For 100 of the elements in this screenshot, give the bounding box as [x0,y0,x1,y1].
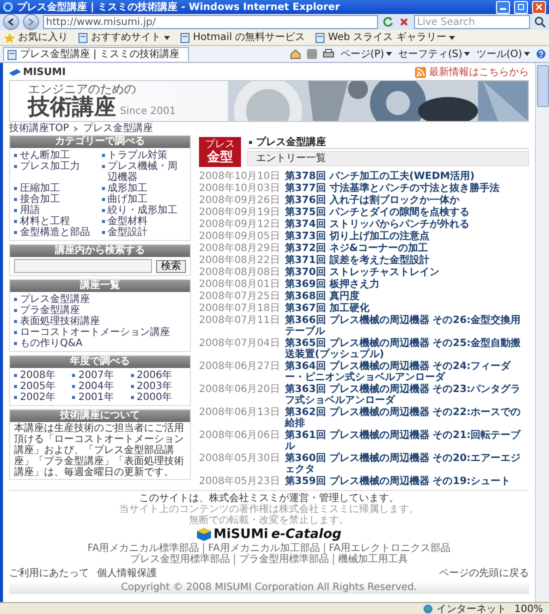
favorites-item[interactable]: Hotmail の無料サービス [180,32,306,43]
minimize-button[interactable] [496,0,510,14]
entry-link[interactable]: 第368回 真円度 [284,291,529,302]
sidebar-link[interactable]: 金型設計 [102,227,186,238]
footer-link[interactable]: 個人情報保護 [97,568,157,579]
entry-date: 2008年08月22日 [199,255,280,266]
sidebar-link[interactable]: 金型材料 [102,216,186,227]
favorites-item[interactable]: お気に入り [4,32,68,43]
sidebar-link[interactable]: 2008年 [14,370,70,381]
sidebar-link[interactable]: 2007年 [72,370,128,381]
sidebar-link[interactable]: 曲げ加工 [102,194,186,205]
rss-icon [415,67,426,78]
rss-link[interactable]: 最新情報はこちらから [415,67,529,78]
entry-link[interactable]: 第364回 プレス機械の周辺機器 その24:フィーダー・ピニオン式ショベルアンローダ [284,361,529,383]
sidebar-link[interactable]: プレス金型講座 [14,294,186,305]
sidebar-link[interactable]: プレス機械・周辺機器 [102,161,186,183]
sidebar-link[interactable]: 2002年 [14,392,70,403]
sidebar-link[interactable]: もの作りQ&A [14,338,186,349]
entry-link[interactable]: 第367回 加工硬化 [284,303,529,314]
maximize-button[interactable] [514,0,528,14]
copyright: Copyright © 2008 MISUMI Corporation All Rights Reserved. [9,581,529,594]
page-icon [315,32,326,42]
entry-link[interactable]: 第365回 プレス機械の周辺機器 その25:金型自動搬送装置(プッシュプル) [284,338,529,360]
sidebar-heading: カテゴリーで調べる [10,136,190,148]
entry-link[interactable]: 第369回 板押さえ力 [284,279,529,290]
entry-link[interactable]: 第376回 入れ子は割ブロックか一体か [284,195,529,206]
entry-link[interactable]: 第361回 プレス機械の周辺機器 その21:回転テーブル [284,430,529,452]
sidebar-link[interactable]: 圧縮加工 [14,183,98,194]
back-button[interactable] [3,14,19,30]
sidebar-link[interactable]: ローコストオートメーション講座 [14,327,186,338]
sidebar-link[interactable]: 材料と工程 [14,216,98,227]
entry-date: 2008年09月19日 [199,207,280,218]
sidebar-link[interactable]: 2000年 [130,392,186,403]
print-icon[interactable] [323,49,334,59]
entry-link[interactable]: 第375回 パンチとダイの隙間を点検する [284,207,529,218]
sidebar-link[interactable]: 2003年 [130,381,186,392]
caret-icon [524,52,530,56]
entry-link[interactable]: 第363回 プレス機械の周辺機器 その23:パンタグラフ式ショベルアンローダ [284,384,529,406]
stop-icon[interactable] [398,16,410,28]
command-menu[interactable]: ページ(P) [340,48,392,60]
zoom-level[interactable]: 100% [514,604,543,614]
sidebar-link[interactable]: 金型構造と部品 [14,227,98,238]
entry-date: 2008年06月20日 [199,384,280,397]
entry-link[interactable]: 第374回 ストリッパからパンチが外れる [284,219,529,230]
entry-link[interactable]: 第370回 ストレッチャストレイン [284,267,529,278]
footer-notice: このサイトは、株式会社ミスミが運営・管理しています。 [139,493,399,504]
favorites-item[interactable]: Web スライス ギャラリー [315,32,456,43]
command-menu[interactable]: セーフティ(S) [398,48,470,60]
sidebar-link[interactable]: 2001年 [72,392,128,403]
refresh-icon[interactable] [382,16,394,28]
entry-link[interactable]: 第366回 プレス機械の周辺機器 その26:金型交換用テーブル [284,315,529,337]
breadcrumb-link[interactable]: 技術講座TOP [9,123,70,134]
catalog-name: e-Catalog [271,529,342,540]
back-to-top-link[interactable]: ページの先頭に戻る [439,568,529,579]
footer-link[interactable]: 機械加工用工具 [333,554,412,565]
sidebar-link[interactable]: 2006年 [130,370,186,381]
entry-link[interactable]: 第360回 プレス機械の周辺機器 その20:エアーエジェクタ [284,453,529,475]
sidebar-link[interactable]: せん断加工 [14,150,98,161]
footer-link[interactable]: ご利用にあたって [9,568,89,579]
sidebar-link[interactable]: 用語 [14,205,98,216]
separator-icon [73,126,80,132]
sidebar-link[interactable]: プレス加工力 [14,161,98,183]
search-icon[interactable] [534,16,546,28]
sidebar-link[interactable]: 絞り・成形加工 [102,205,186,216]
sidebar-link[interactable]: 2004年 [72,381,128,392]
sidebar-heading: 技術講座について [10,410,190,422]
close-button[interactable] [532,0,546,14]
entry-link[interactable]: 第373回 切り上げ加工の注意点 [284,231,529,242]
site-logo[interactable]: MISUMI [9,67,66,78]
address-field[interactable]: http://www.misumi.jp/ [43,15,378,29]
command-menu[interactable]: ツール(O) [476,48,530,60]
footer-link[interactable]: FA用メカニカル標準部品 [83,543,204,554]
footer-link[interactable]: プレス金型用標準部品 [126,554,234,565]
sidebar-link[interactable]: プラ金型講座 [14,305,186,316]
entry-date: 2008年10月10日 [199,171,280,182]
search-input[interactable] [14,259,152,273]
entry-link[interactable]: 第372回 ネジ&コーナーの加工 [284,243,529,254]
banner-title: 技術講座 [28,96,116,120]
sidebar-link[interactable]: 接合加工 [14,194,98,205]
entry-link[interactable]: 第371回 誤差を考えた金型設計 [284,255,529,266]
sidebar-link[interactable]: 表面処理技術講座 [14,316,186,327]
favorites-item[interactable]: おすすめサイト [78,32,170,43]
home-icon[interactable] [290,49,302,59]
search-button[interactable]: 検索 [156,260,186,272]
browser-tab[interactable]: プレス金型講座 | ミスミの技術講座 [3,47,189,61]
footer-link[interactable]: FA用エレクトロニクス部品 [324,543,455,554]
sidebar-link[interactable]: トラブル対策 [102,150,186,161]
entry-link[interactable]: 第362回 プレス機械の周辺機器 その22:ホースでの給排 [284,407,529,429]
sidebar-link[interactable]: 2005年 [14,381,70,392]
caret-icon [449,36,456,40]
entry-link[interactable]: 第378回 パンチ加工の工夫(WEDM活用) [284,171,529,182]
sidebar-link[interactable]: 成形加工 [102,183,186,194]
footer-link[interactable]: FA用メカニカル加工部品 [203,543,324,554]
entry-date: 2008年05月23日 [199,476,280,487]
footer-link[interactable]: プラ金型用標準部品 [234,554,333,565]
entry-link[interactable]: 第377回 寸法基準とパンチの寸法と抜き勝手法 [284,183,529,194]
breadcrumb-link[interactable]: プレス金型講座 [83,123,154,134]
scrollbar-thumb[interactable] [536,65,548,107]
help-icon[interactable] [536,49,546,59]
entry-link[interactable]: 第359回 プレス機械の周辺機器 その19:シュート [284,476,529,487]
